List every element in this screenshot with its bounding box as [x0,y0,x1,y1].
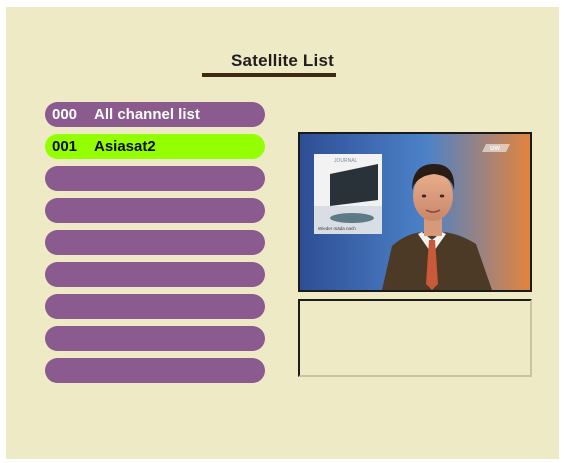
satellite-item-empty[interactable] [45,358,265,383]
inset-caption: Wieder mäda nach [318,226,356,231]
satellite-item-empty[interactable] [45,230,265,255]
tv-menu-screen: Satellite List 000 All channel list 001 Asi… [6,7,559,459]
satellite-item-empty[interactable] [45,198,265,223]
svg-text:DW: DW [490,146,500,152]
satellite-item-empty[interactable] [45,262,265,287]
dw-logo: DW [482,144,510,152]
satellite-name: All channel list [94,106,200,123]
preview-image: Wieder mäda nach JOURNAL DW [300,134,530,290]
title-underline [202,73,336,77]
satellite-item-empty[interactable] [45,166,265,191]
video-preview: Wieder mäda nach JOURNAL DW [298,132,532,292]
satellite-number: 000 [52,106,78,123]
page-title: Satellite List [231,51,334,70]
satellite-number: 001 [52,138,78,155]
satellite-item-empty[interactable] [45,326,265,351]
satellite-item-001[interactable]: 001 Asiasat2 [45,134,265,159]
satellite-item-empty[interactable] [45,294,265,319]
channel-info-panel [298,299,532,377]
news-inset: Wieder mäda nach JOURNAL [314,154,382,234]
satellite-item-000[interactable]: 000 All channel list [45,102,265,127]
satellite-name: Asiasat2 [94,138,156,155]
inset-heading: JOURNAL [334,158,358,164]
